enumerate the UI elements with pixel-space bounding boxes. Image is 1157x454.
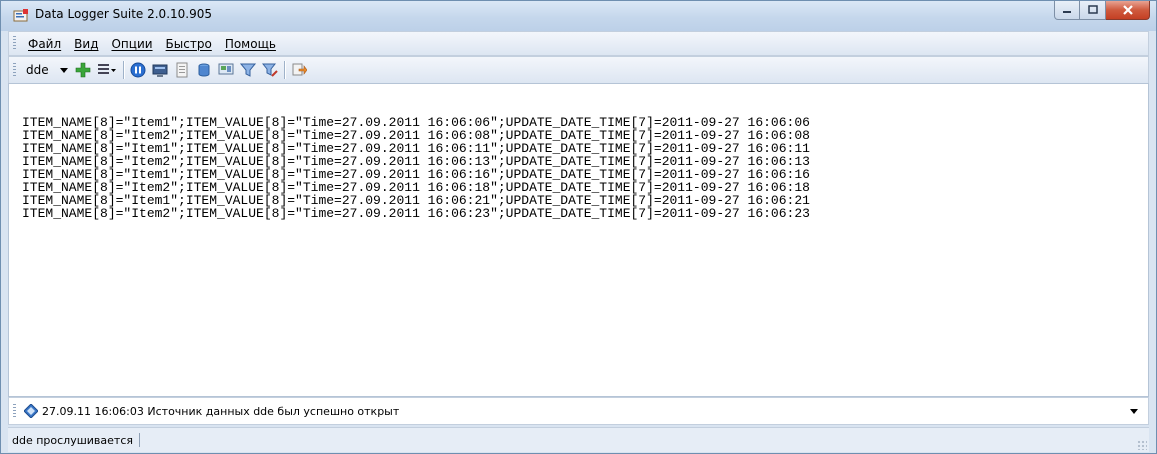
- chevron-down-icon: [60, 67, 68, 73]
- menu-file[interactable]: Файл: [22, 37, 68, 51]
- window-title: Data Logger Suite 2.0.10.905: [35, 7, 212, 21]
- filter-edit-icon[interactable]: [262, 62, 278, 78]
- monitor-icon[interactable]: [152, 62, 168, 78]
- close-button[interactable]: [1106, 1, 1150, 20]
- message-bar-grip[interactable]: [13, 403, 16, 419]
- toolbar-grip[interactable]: [13, 62, 16, 78]
- menu-quick[interactable]: Быстро: [160, 37, 219, 51]
- minimize-button[interactable]: [1054, 1, 1080, 20]
- source-select[interactable]: dde: [22, 60, 72, 80]
- app-window: Data Logger Suite 2.0.10.905 Файл Вид Оп…: [0, 0, 1157, 454]
- menubar-grip[interactable]: [13, 36, 16, 51]
- menu-bar: Файл Вид Опции Быстро Помощь: [8, 31, 1149, 56]
- app-icon[interactable]: [13, 9, 29, 23]
- document-icon[interactable]: [174, 62, 190, 78]
- pause-icon[interactable]: [130, 62, 146, 78]
- screen-icon[interactable]: [218, 62, 234, 78]
- menu-options[interactable]: Опции: [105, 37, 159, 51]
- toolbar-separator: [284, 61, 285, 79]
- export-icon[interactable]: [291, 62, 307, 78]
- message-dropdown-icon[interactable]: [1130, 408, 1138, 414]
- message-text: 27.09.11 16:06:03 Источник данных dde бы…: [42, 404, 400, 418]
- message-bar[interactable]: 27.09.11 16:06:03 Источник данных dde бы…: [8, 397, 1149, 425]
- status-separator: [139, 433, 140, 447]
- minimize-icon: [1063, 11, 1071, 13]
- menu-help[interactable]: Помощь: [219, 37, 283, 51]
- filter-icon[interactable]: [240, 62, 256, 78]
- database-icon[interactable]: [196, 62, 212, 78]
- status-bar: dde прослушивается: [8, 427, 1149, 452]
- info-diamond-icon: [24, 404, 38, 418]
- add-icon[interactable]: [75, 62, 91, 78]
- maximize-button[interactable]: [1080, 1, 1106, 20]
- status-text: dde прослушивается: [12, 433, 133, 447]
- toolbar: dde: [8, 56, 1149, 84]
- log-line: ITEM_NAME[8]="Item2";ITEM_VALUE[8]="Time…: [22, 206, 810, 221]
- maximize-icon: [1087, 5, 1098, 14]
- resize-grip-icon[interactable]: [1137, 440, 1147, 450]
- title-bar[interactable]: Data Logger Suite 2.0.10.905: [1, 1, 1156, 31]
- log-view[interactable]: ITEM_NAME[8]="Item1";ITEM_VALUE[8]="Time…: [8, 83, 1149, 397]
- source-select-value: dde: [26, 63, 49, 77]
- list-dropdown-icon[interactable]: [97, 62, 117, 78]
- close-icon: [1122, 5, 1133, 15]
- menu-view[interactable]: Вид: [68, 37, 105, 51]
- toolbar-separator: [123, 61, 124, 79]
